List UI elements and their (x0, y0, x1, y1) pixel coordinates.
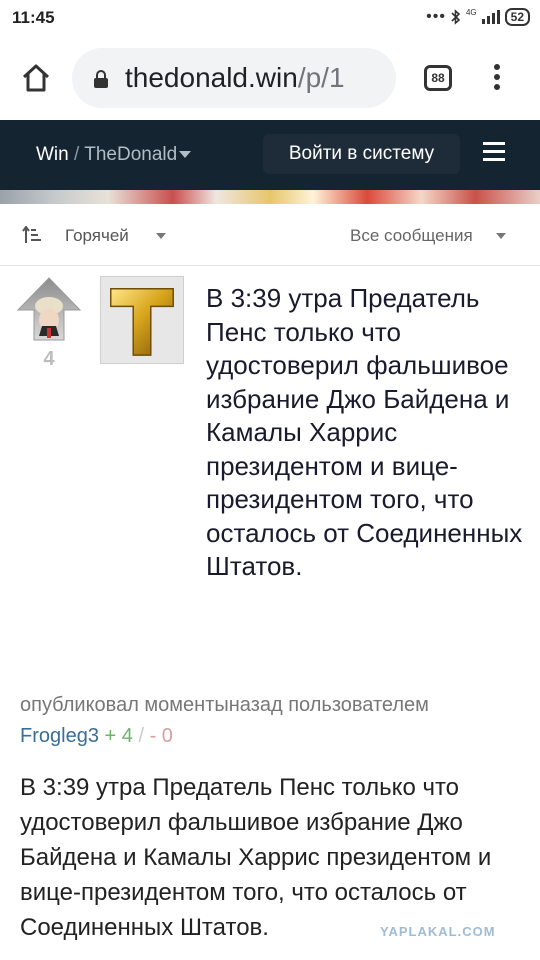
signal-strength-icon (481, 10, 500, 24)
filter-chevron-down-icon[interactable] (496, 233, 506, 239)
bluetooth-icon (451, 9, 461, 25)
post-meta: опубликовал моментыназад пользователем (20, 694, 429, 716)
login-button[interactable]: Войти в систему (263, 134, 460, 174)
address-bar[interactable]: thedonald.win/p/1 (72, 48, 396, 108)
network-type-label: 4G (465, 8, 477, 17)
minus-sign: - (149, 725, 157, 747)
url-domain: thedonald.win (125, 62, 298, 93)
url-path: /p/1 (297, 62, 345, 93)
post-score: 4 (43, 348, 55, 370)
watermark-logo: YAPLAKAL.COM (380, 924, 496, 939)
header-banner-image (0, 190, 540, 204)
site-header: Win / TheDonald Войти в систему (0, 120, 540, 190)
post-thumbnail[interactable] (100, 276, 184, 364)
community-dropdown-icon[interactable] (179, 151, 192, 159)
sort-chevron-down-icon[interactable] (156, 233, 166, 239)
post-author-row: Frogleg3 + 4 / - 0 (20, 725, 173, 748)
lock-icon (94, 70, 108, 88)
status-bar: 11:45 ••• 4G 52 (0, 0, 540, 36)
filter-dropdown[interactable]: Все сообщения (350, 226, 473, 246)
post-title[interactable]: В 3:39 утра Предатель Пенс только что уд… (206, 282, 528, 584)
brand[interactable]: Win / TheDonald (36, 144, 192, 166)
battery-icon: 52 (504, 8, 530, 26)
brand-separator: / (74, 144, 80, 165)
status-time: 11:45 (12, 8, 55, 27)
notification-dots-icon: ••• (426, 8, 446, 25)
home-icon[interactable] (20, 62, 52, 94)
upvote-trump-arrow-icon[interactable] (16, 276, 82, 342)
vote-separator: / (138, 725, 144, 747)
downvote-count: 0 (161, 725, 173, 747)
upvote-count: 4 (121, 725, 133, 747)
brand-name: Win (36, 144, 69, 165)
community-name: TheDonald (84, 144, 178, 165)
post-body: В 3:39 утра Предатель Пенс только что уд… (20, 774, 492, 941)
status-icons: ••• 4G 52 (426, 8, 530, 26)
tab-switcher-button[interactable]: 88 (424, 65, 452, 91)
hamburger-menu-icon[interactable] (483, 142, 505, 164)
author-link[interactable]: Frogleg3 (20, 725, 99, 747)
sort-dropdown[interactable]: Горячей (65, 226, 129, 246)
sort-bar: Горячей Все сообщения (0, 204, 540, 266)
browser-toolbar: thedonald.win/p/1 88 (0, 36, 540, 120)
url-text: thedonald.win/p/1 (125, 62, 345, 94)
overflow-menu-icon[interactable] (492, 64, 502, 94)
sort-icon[interactable] (22, 226, 42, 244)
plus-sign: + (104, 725, 117, 747)
